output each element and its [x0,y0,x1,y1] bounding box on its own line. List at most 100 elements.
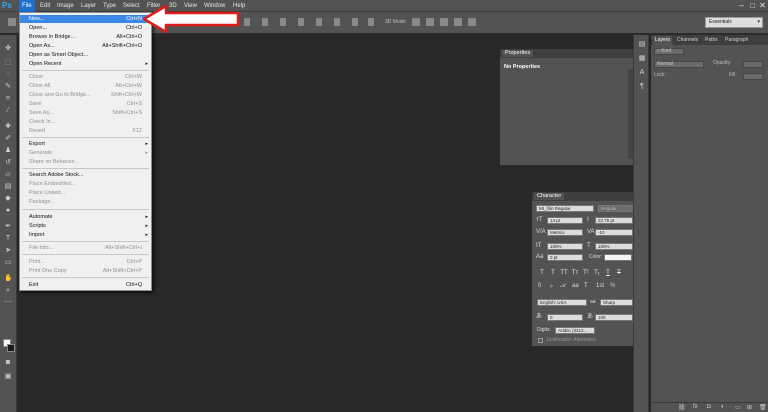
character-panel-icon[interactable]: A [638,69,646,76]
brush-tool-icon[interactable]: ✐ [4,135,12,142]
hand-tool-icon[interactable]: ✋ [4,275,13,282]
zoom-tool-icon[interactable]: ⌕ [4,287,12,294]
menu-item-print-one-copy[interactable]: Print One Copy Alt+Shift+Ctrl+P [20,267,151,275]
leading-field[interactable]: 22.75 pt [595,217,633,224]
crop-tool-icon[interactable]: ⌗ [4,95,12,102]
faux-italic-button[interactable]: T [549,269,557,277]
shape-tool-icon[interactable]: ▭ [4,259,12,266]
faux-bold-button[interactable]: T [538,269,546,277]
tab-layers[interactable]: Layers [653,36,673,45]
menu-item-share-on-behance[interactable]: Share on Behance... [20,158,151,166]
link-layers-icon[interactable]: ⛓ [678,404,686,411]
healing-brush-tool-icon[interactable]: ✚ [4,123,12,130]
menu-item-import[interactable]: Import ▸ [20,231,151,239]
tab-paths[interactable]: Paths [703,36,720,45]
kerning-field[interactable]: Metrics [547,229,583,236]
move-tool-icon[interactable] [8,18,16,26]
gradient-tool-icon[interactable]: ▤ [4,183,12,190]
titling-icon[interactable]: T [584,283,588,290]
stylistic-alternates-icon[interactable]: aa [572,283,579,290]
tab-channels[interactable]: Channels [675,36,700,45]
fill-field[interactable] [743,73,763,80]
language-select[interactable]: English: USA [537,299,587,306]
font-size-field[interactable]: 14 pt [547,217,583,224]
background-color-swatch[interactable] [7,344,15,352]
blend-mode-select[interactable]: Normal [654,61,704,68]
baseline-shift-field[interactable]: 0 pt [547,254,583,261]
align-icon[interactable] [280,18,286,26]
character-tab[interactable]: Character [534,193,565,200]
subscript-button[interactable]: T₁ [593,269,601,277]
swash-icon[interactable]: 𝒜 [560,283,566,290]
3d-roll-icon[interactable] [426,18,434,26]
tracking-field[interactable]: -10 [595,229,633,236]
tab-paragraph[interactable]: Paragraph [723,36,750,45]
align-icon[interactable] [244,18,250,26]
menu-item-close-go-to-bridge[interactable]: Close and Go to Bridge... Shift+Ctrl+W [20,91,151,99]
menu-item-check-in[interactable]: Check In... [20,118,151,126]
marquee-tool-icon[interactable]: ⬚ [4,59,12,66]
layer-style-icon[interactable]: fx [693,404,698,410]
3d-slide-icon[interactable] [454,18,462,26]
menu-item-place-embedded[interactable]: Place Embedded... [20,180,151,188]
horizontal-scale-field[interactable]: 100% [595,243,633,250]
distribute-icon[interactable] [368,18,374,26]
all-caps-button[interactable]: TT [560,269,568,277]
blur-tool-icon[interactable]: ◆ [4,195,12,202]
menu-item-file-info[interactable]: File Info... Alt+Shift+Ctrl+I [20,244,151,252]
menu-item-automate[interactable]: Automate ▸ [20,213,151,221]
more-tools-icon[interactable]: ⋯ [4,299,12,306]
clone-stamp-tool-icon[interactable]: ♟ [4,147,12,154]
menu-item-package[interactable]: Package... [20,198,151,206]
small-caps-button[interactable]: Tт [571,269,579,277]
text-color-swatch[interactable] [604,254,632,261]
distribute-icon[interactable] [352,18,358,26]
3d-scale-icon[interactable] [468,18,476,26]
menu-item-generate[interactable]: Generate ▸ [20,149,151,157]
menu-item-exit[interactable]: Exit Ctrl+Q [20,281,151,289]
old-style-icon[interactable]: ℴ [550,283,553,290]
dodge-tool-icon[interactable]: ● [4,207,12,214]
lasso-tool-icon[interactable]: ◌ [4,71,12,78]
layer-mask-icon[interactable]: ◘ [707,404,711,410]
minimize-icon[interactable]: – [737,1,746,10]
menu-item-browse-in-bridge[interactable]: Browse in Bridge... Alt+Ctrl+O [20,33,151,41]
menu-item-print[interactable]: Print... Ctrl+P [20,258,151,266]
menu-item-open-recent[interactable]: Open Recent ▸ [20,60,151,68]
justification-checkbox[interactable] [538,338,543,343]
new-layer-icon[interactable]: ⊞ [747,404,752,411]
paragraph-panel-icon[interactable]: ¶ [638,83,646,90]
trash-icon[interactable]: 🗑 [759,404,767,411]
pen-tool-icon[interactable]: ✒ [4,223,12,230]
align-icon[interactable] [262,18,268,26]
menu-item-close[interactable]: Close Ctrl+W [20,73,151,81]
menu-type[interactable]: Type [100,0,119,12]
3d-orbit-icon[interactable] [412,18,420,26]
menu-item-search-adobe-stock[interactable]: Search Adobe Stock... [20,171,151,179]
quick-mask-icon[interactable]: ◙ [4,359,12,366]
eraser-tool-icon[interactable]: ▱ [4,171,12,178]
properties-tab[interactable]: Properties [502,50,534,57]
distribute-icon[interactable] [334,18,340,26]
fractions-icon[interactable]: ½ [610,283,615,290]
menu-layer[interactable]: Layer [78,0,99,12]
distribute-icon[interactable] [316,18,322,26]
menu-item-close-all[interactable]: Close All Alt+Ctrl+W [20,82,151,90]
font-style-select[interactable]: Regular [598,205,635,212]
superscript-button[interactable]: T¹ [582,269,590,277]
menu-item-open-as[interactable]: Open As... Alt+Shift+Ctrl+O [20,42,151,50]
eyedropper-tool-icon[interactable]: ⁄ [4,107,12,114]
distribute-icon[interactable] [298,18,304,26]
strikethrough-button[interactable]: T [615,269,623,277]
properties-panel-icon[interactable]: ▦ [638,55,646,62]
vertical-scale-field[interactable]: 100% [547,243,583,250]
digits-select[interactable]: Arabic (3312... [555,327,595,334]
type-tool-icon[interactable]: T [4,235,12,242]
opacity-field[interactable] [743,61,763,68]
menu-item-new[interactable]: New... Ctrl+N [20,15,151,23]
menu-item-scripts[interactable]: Scripts ▸ [20,222,151,230]
layer-filter-select[interactable]: ⌕ Kind [654,48,684,55]
menu-item-save-as[interactable]: Save As... Shift+Ctrl+S [20,109,151,117]
menu-item-open[interactable]: Open... Ctrl+O [20,24,151,32]
maximize-icon[interactable]: □ [748,1,757,10]
